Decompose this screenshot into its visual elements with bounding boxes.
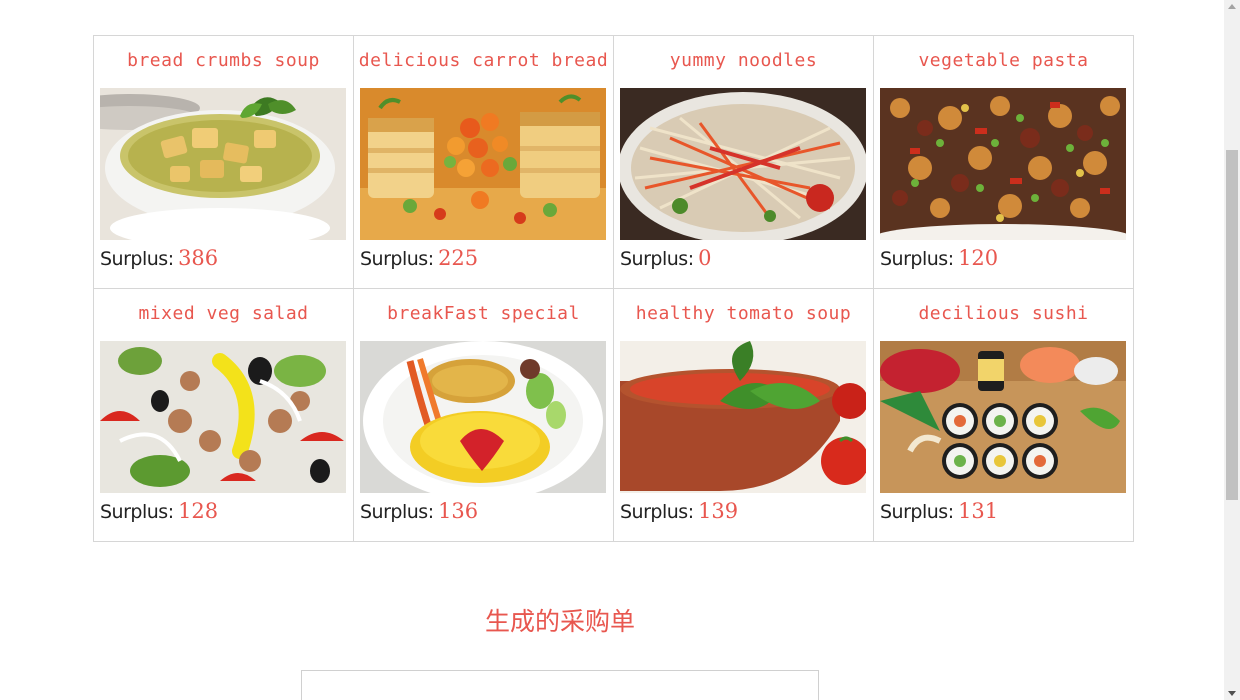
surplus-row: Surplus: 136: [360, 499, 478, 523]
surplus-label: Surplus:: [360, 501, 434, 523]
food-card[interactable]: mixed veg salad Surplus: 128: [93, 288, 354, 542]
noodles-image: [620, 88, 866, 240]
surplus-label: Surplus:: [360, 248, 434, 270]
food-title: decilious sushi: [918, 303, 1089, 324]
food-title: bread crumbs soup: [127, 50, 320, 71]
surplus-value: 136: [438, 499, 479, 523]
veg-salad-image: [100, 341, 346, 493]
food-card[interactable]: breakFast special Surplus: 136: [353, 288, 614, 542]
surplus-row: Surplus: 131: [880, 499, 998, 523]
surplus-value: 386: [178, 246, 219, 270]
surplus-label: Surplus:: [100, 248, 174, 270]
surplus-label: Surplus:: [880, 248, 954, 270]
sushi-image: [880, 341, 1126, 493]
scrollbar-thumb[interactable]: [1226, 150, 1238, 500]
food-card[interactable]: yummy noodles Surplus: 0: [613, 35, 874, 289]
surplus-value: 131: [958, 499, 999, 523]
surplus-row: Surplus: 139: [620, 499, 738, 523]
surplus-label: Surplus:: [100, 501, 174, 523]
page: bread crumbs soup Surplus: 386 delicious…: [0, 0, 1240, 700]
purchase-order-table: [301, 670, 819, 700]
food-title: yummy noodles: [669, 50, 818, 71]
surplus-row: Surplus: 120: [880, 246, 998, 270]
surplus-label: Surplus:: [880, 501, 954, 523]
surplus-value: 225: [438, 246, 479, 270]
food-card[interactable]: vegetable pasta Surplus: 120: [873, 35, 1134, 289]
food-grid: bread crumbs soup Surplus: 386 delicious…: [93, 35, 1134, 542]
scroll-down-arrow-icon[interactable]: [1228, 691, 1236, 696]
surplus-value: 128: [178, 499, 219, 523]
surplus-value: 0: [698, 246, 712, 270]
bread-crumbs-soup-image: [100, 88, 346, 240]
food-card[interactable]: delicious carrot bread Surplus: 225: [353, 35, 614, 289]
breakfast-omelette-image: [360, 341, 606, 493]
purchase-order-heading: 生成的采购单: [484, 607, 635, 636]
food-title: breakFast special: [387, 303, 580, 324]
food-title: mixed veg salad: [138, 303, 309, 324]
carrot-bread-image: [360, 88, 606, 240]
surplus-row: Surplus: 386: [100, 246, 218, 270]
surplus-value: 139: [698, 499, 739, 523]
food-title: delicious carrot bread: [358, 50, 609, 71]
vertical-scrollbar[interactable]: [1224, 0, 1240, 700]
surplus-value: 120: [958, 246, 999, 270]
vegetable-pasta-image: [880, 88, 1126, 240]
food-title: healthy tomato soup: [635, 303, 852, 324]
food-card[interactable]: decilious sushi Surplus: 131: [873, 288, 1134, 542]
surplus-row: Surplus: 225: [360, 246, 478, 270]
scroll-up-arrow-icon[interactable]: [1228, 4, 1236, 9]
food-title: vegetable pasta: [918, 50, 1089, 71]
food-card[interactable]: bread crumbs soup Surplus: 386: [93, 35, 354, 289]
surplus-label: Surplus:: [620, 248, 694, 270]
surplus-row: Surplus: 128: [100, 499, 218, 523]
food-card[interactable]: healthy tomato soup Surplus: 139: [613, 288, 874, 542]
main-content: bread crumbs soup Surplus: 386 delicious…: [0, 0, 1224, 700]
tomato-soup-image: [620, 341, 866, 493]
surplus-label: Surplus:: [620, 501, 694, 523]
surplus-row: Surplus: 0: [620, 246, 711, 270]
